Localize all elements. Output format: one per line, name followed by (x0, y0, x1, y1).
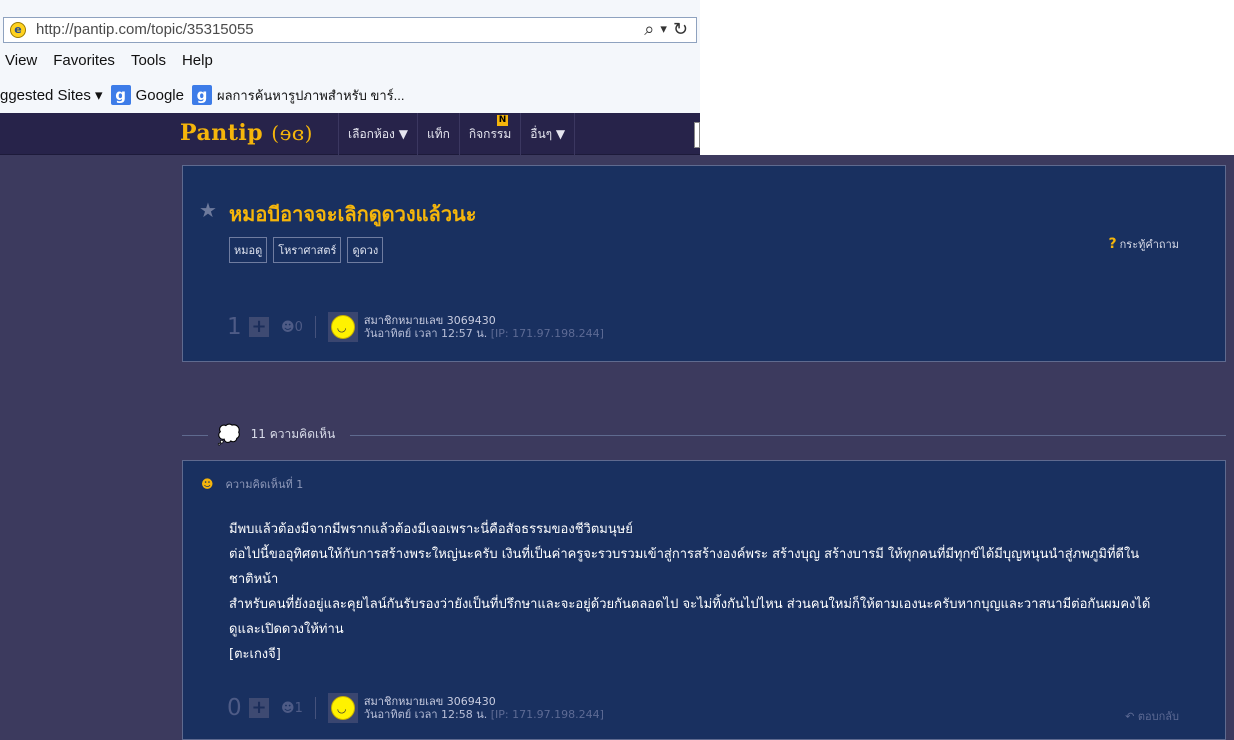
nav-more[interactable]: อื่นๆ ▼ (520, 113, 576, 155)
comment-card: ☻ ความคิดเห็นที่ 1 มีพบแล้วต้องมีจากมีพร… (182, 460, 1226, 740)
comments-count-text: 11 ความคิดเห็น (250, 427, 336, 441)
vote-plus-button[interactable]: + (249, 698, 269, 718)
topic-title: หมอบีอาจจะเลิกดูดวงแล้วนะ (229, 202, 477, 226)
comment-footer: 0 + ☻1 สมาชิกหมายเลข 3069430 วันอาทิตย์ … (227, 693, 604, 723)
tag-list: หมอดู โหราศาสตร์ ดูดวง (229, 237, 384, 263)
nav-label: แท็ก (426, 126, 450, 141)
comments-count: 💭 11 ความคิดเห็น (217, 423, 335, 446)
author-meta: สมาชิกหมายเลข 3069430 วันอาทิตย์ เวลา 12… (364, 695, 604, 721)
avatar[interactable] (327, 693, 358, 723)
nav-activities[interactable]: กิจกรรม N (458, 113, 520, 155)
white-overlay-area (700, 0, 1234, 155)
comment-body: มีพบแล้วต้องมีจากมีพรากแล้วต้องมีเจอเพรา… (229, 517, 1189, 667)
comment-line: ต่อไปนี้ขออุทิศตนให้กับการสร้างพระใหญ่นะ… (229, 547, 1140, 562)
search-icon[interactable]: ⌕ (644, 19, 654, 40)
reply-icon: ↶ (1125, 710, 1135, 723)
nav-label: กิจกรรม (468, 126, 512, 141)
comment-line: [ตะเกงจี] (229, 647, 281, 662)
google-icon: g (110, 85, 131, 105)
vote-count: 0 (227, 695, 242, 721)
favorite-image-search[interactable]: g ผลการค้นหารูปภาพสำหรับ ขาร์... (191, 85, 405, 106)
topic-footer: 1 + ☻0 สมาชิกหมายเลข 3069430 วันอาทิตย์ … (227, 312, 604, 342)
avatar[interactable] (327, 312, 358, 342)
suggested-sites-link[interactable]: ggested Sites ▾ (0, 86, 103, 104)
search-input[interactable] (694, 122, 700, 148)
question-mark-icon: ? (1108, 236, 1117, 252)
address-bar-buttons: ⌕ ▾ ↻ (644, 19, 688, 40)
tag-item[interactable]: ดูดวง (347, 237, 384, 263)
post-date: วันอาทิตย์ เวลา 12:58 น. (363, 708, 488, 721)
chevron-down-icon[interactable]: ▾ (660, 22, 667, 37)
menu-bar: View Favorites Tools Help (0, 52, 213, 74)
favorite-google-label: Google (135, 86, 184, 104)
favorites-bar: ggested Sites ▾ g Google g ผลการค้นหารูป… (0, 84, 413, 106)
menu-favorites[interactable]: Favorites (53, 52, 115, 74)
address-bar[interactable]: e http://pantip.com/topic/35315055 ⌕ ▾ ↻ (3, 17, 697, 43)
emotion-count-value: 1 (294, 700, 303, 716)
post-date: วันอาทิตย์ เวลา 12:57 น. (363, 327, 488, 340)
favorite-star-icon[interactable]: ★ (199, 198, 217, 222)
tag-item[interactable]: หมอดู (229, 237, 268, 263)
google-icon: g (191, 85, 212, 105)
post-ip: [IP: 171.97.198.244] (490, 327, 604, 340)
nav-label: อื่นๆ ▼ (530, 126, 566, 141)
reply-label: ตอบกลับ (1137, 710, 1179, 723)
divider (350, 435, 1226, 436)
reply-button[interactable]: ↶ ตอบกลับ (1125, 707, 1179, 725)
menu-tools[interactable]: Tools (131, 52, 166, 74)
post-ip: [IP: 171.97.198.244] (490, 708, 604, 721)
emotion-count[interactable]: ☻0 (281, 320, 303, 335)
refresh-icon[interactable]: ↻ (673, 19, 688, 40)
comment-number: ความคิดเห็นที่ 1 (225, 478, 304, 491)
question-type-text: กระทู้คำถาม (1119, 238, 1179, 251)
logo-text: Pantip (180, 120, 264, 146)
url-text[interactable]: http://pantip.com/topic/35315055 (36, 21, 254, 38)
divider (182, 435, 208, 436)
emotion-count[interactable]: ☻1 (281, 701, 303, 716)
author-name[interactable]: สมาชิกหมายเลข 3069430 (364, 314, 604, 327)
divider (314, 316, 316, 338)
browser-chrome: e http://pantip.com/topic/35315055 ⌕ ▾ ↻… (0, 0, 701, 113)
pantip-logo[interactable]: Pantip (ɘɞ) (180, 120, 313, 146)
comment-line: สำหรับคนที่ยังอยู่และคุยไลน์กันรับรองว่า… (229, 597, 1151, 612)
menu-help[interactable]: Help (182, 52, 213, 74)
divider (314, 697, 316, 719)
nav-select-room[interactable]: เลือกห้อง ▼ (338, 113, 417, 155)
new-badge: N (496, 115, 509, 126)
comment-bubble-icon: 💭 (217, 424, 241, 446)
comment-line: มีพบแล้วต้องมีจากมีพรากแล้วต้องมีเจอเพรา… (229, 522, 633, 537)
author-meta: สมาชิกหมายเลข 3069430 วันอาทิตย์ เวลา 12… (364, 314, 604, 340)
nav-menu: เลือกห้อง ▼ แท็ก กิจกรรม N อื่นๆ ▼ (338, 113, 576, 155)
comment-header: ☻ ความคิดเห็นที่ 1 (201, 475, 303, 493)
emotion-count-value: 0 (294, 319, 303, 335)
favorite-google[interactable]: g Google (110, 85, 184, 105)
logo-mark: (ɘɞ) (271, 121, 313, 145)
menu-view[interactable]: View (5, 52, 37, 74)
user-icon: ☻ (201, 477, 214, 491)
comment-line: ดูและเปิดดวงให้ท่าน (229, 622, 344, 637)
author-name[interactable]: สมาชิกหมายเลข 3069430 (364, 695, 604, 708)
vote-count: 1 (227, 314, 242, 340)
ie-logo-icon: e (10, 22, 26, 38)
nav-label: เลือกห้อง ▼ (348, 126, 408, 141)
comment-line: ชาติหน้า (229, 572, 279, 587)
nav-tags[interactable]: แท็ก (416, 113, 459, 155)
tag-item[interactable]: โหราศาสตร์ (273, 237, 342, 263)
favorite-image-search-label: ผลการค้นหารูปภาพสำหรับ ขาร์... (216, 87, 405, 103)
question-type-label: ? กระทู้คำถาม (1109, 235, 1179, 253)
topic-card: ★ หมอบีอาจจะเลิกดูดวงแล้วนะ หมอดู โหราศา… (182, 165, 1226, 362)
vote-plus-button[interactable]: + (249, 317, 269, 337)
